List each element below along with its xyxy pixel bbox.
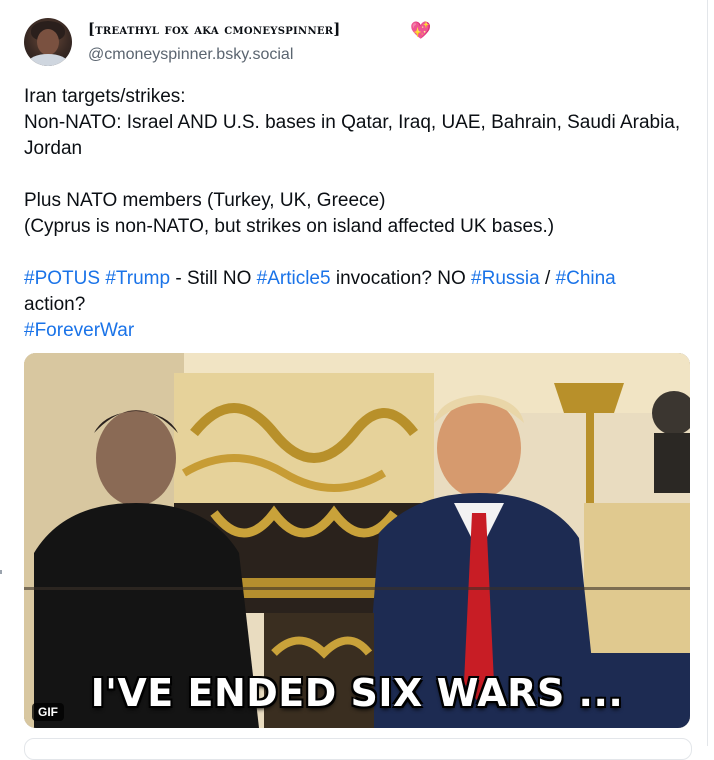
author-handle[interactable]: @cmoneyspinner.bsky.social bbox=[88, 46, 293, 64]
next-post-card-edge bbox=[24, 738, 692, 760]
post-card[interactable]: [treathyl fox aka cmoneyspinner] 💖 @cmon… bbox=[0, 0, 708, 760]
gif-caption: I'VE ENDED SIX WARS ... bbox=[90, 671, 624, 715]
avatar-shirt bbox=[28, 54, 68, 66]
column-divider bbox=[707, 0, 708, 746]
hashtag-foreverwar[interactable]: #ForeverWar bbox=[24, 320, 134, 341]
post-line: Non-NATO: Israel AND U.S. bases in Qatar… bbox=[24, 112, 681, 159]
avatar[interactable] bbox=[24, 18, 72, 66]
post-body: Iran targets/strikes: Non-NATO: Israel A… bbox=[24, 84, 684, 344]
hashtag-china[interactable]: #China bbox=[556, 268, 616, 289]
author-display-name[interactable]: [treathyl fox aka cmoneyspinner] bbox=[88, 21, 341, 38]
post-line: (Cyprus is non-NATO, but strikes on isla… bbox=[24, 216, 555, 237]
post-text-segment: - Still NO bbox=[170, 268, 257, 289]
post-line: Plus NATO members (Turkey, UK, Greece) bbox=[24, 190, 386, 211]
hashtag-article5[interactable]: #Article5 bbox=[257, 268, 331, 289]
gif-media[interactable]: GIF I'VE ENDED SIX WARS ... bbox=[24, 353, 690, 728]
hashtag-potus[interactable]: #POTUS bbox=[24, 268, 100, 289]
hashtag-russia[interactable]: #Russia bbox=[471, 268, 540, 289]
post-hashtag-line: #POTUS #Trump - Still NO #Article5 invoc… bbox=[24, 266, 684, 318]
avatar-face bbox=[37, 29, 59, 55]
post-line: Iran targets/strikes: bbox=[24, 86, 186, 107]
post-text-segment: invocation? NO bbox=[330, 268, 472, 289]
sparkling-heart-icon: 💖 bbox=[410, 21, 432, 40]
scrollbar-tick bbox=[0, 570, 2, 574]
post-text-segment: action? bbox=[24, 294, 86, 315]
hashtag-trump[interactable]: #Trump bbox=[105, 268, 170, 289]
post-text-segment: / bbox=[539, 268, 556, 289]
